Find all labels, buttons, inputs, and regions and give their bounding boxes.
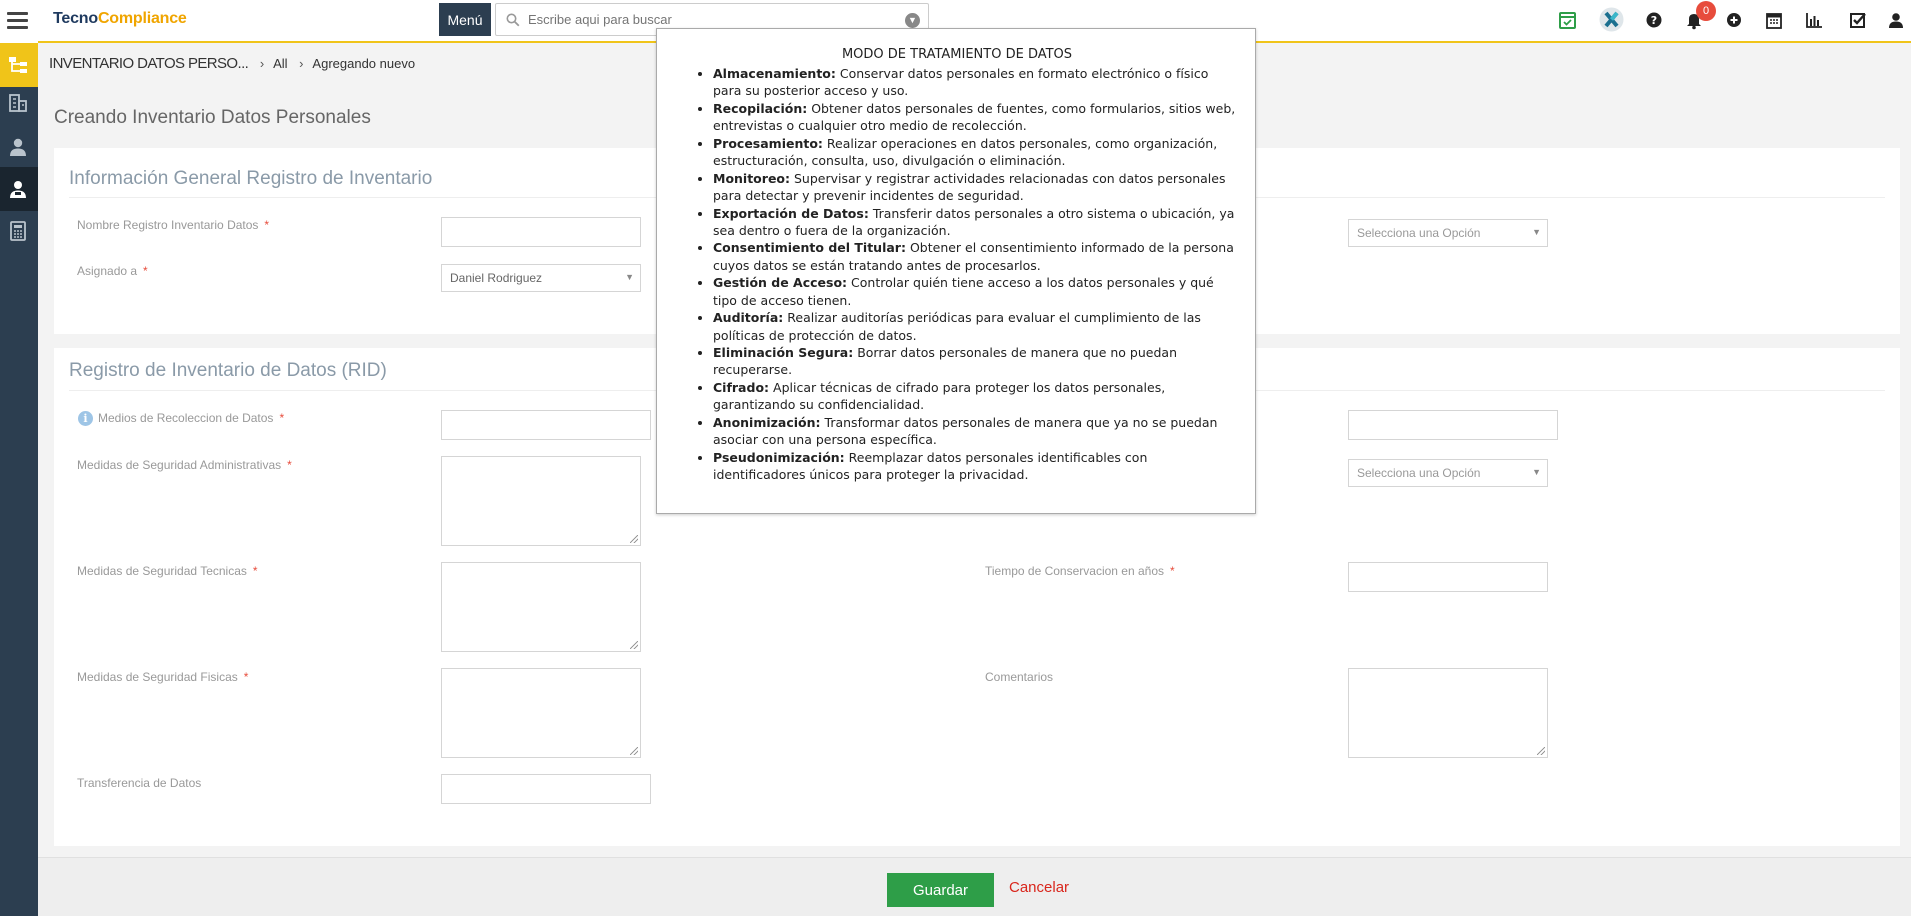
popup-item-term: Consentimiento del Titular: [713,240,906,256]
tecnicas-textarea[interactable] [441,562,641,652]
fisicas-label: Medidas de Seguridad Fisicas * [77,670,249,684]
section-title: Información General Registro de Inventar… [69,168,433,189]
popup-list-item: Auditoría: Realizar auditorías periódica… [713,309,1237,344]
assigned-label: Asignado a * [77,264,148,278]
fisicas-textarea[interactable] [441,668,641,758]
popup-item-desc: Supervisar y registrar actividades relac… [713,170,1226,203]
popup-list-item: Procesamiento: Realizar operaciones en d… [713,135,1237,170]
tecnicas-label: Medidas de Seguridad Tecnicas * [77,564,258,578]
chevron-right-icon: › [259,56,265,71]
cancel-link[interactable]: Cancelar [1009,879,1069,896]
popup-item-term: Cifrado: [713,380,770,396]
popup-item-term: Recopilación: [713,100,808,116]
calendar-icon[interactable] [1763,9,1785,31]
chevron-down-icon: ▼ [625,272,634,282]
page-title: Creando Inventario Datos Personales [54,107,371,128]
help-icon[interactable]: ? [1643,9,1665,31]
sidebar-item-user[interactable] [0,125,38,169]
building-icon [9,94,27,112]
popup-item-term: Exportación de Datos: [713,205,869,221]
brand-x-icon[interactable] [1599,7,1624,32]
popup-list-item: Consentimiento del Titular: Obtener el c… [713,239,1237,274]
comentarios-textarea[interactable] [1348,668,1548,758]
option-select-1[interactable]: Selecciona una Opción ▼ [1348,219,1548,247]
admin-textarea[interactable] [441,456,641,546]
sidebar-item-calculator[interactable] [0,209,38,253]
transfer-label: Transferencia de Datos [77,776,202,790]
logo-text-part1: Tecno [53,10,98,27]
svg-text:?: ? [1651,14,1657,27]
breadcrumb-all[interactable]: All [273,56,287,71]
user-icon[interactable] [1885,9,1907,31]
name-input[interactable] [441,217,641,247]
app-logo[interactable]: TecnoCompliance [53,10,187,28]
popup-list-item: Monitoreo: Supervisar y registrar activi… [713,170,1237,205]
info-icon[interactable]: i [78,411,93,426]
popup-item-term: Almacenamiento: [713,66,836,81]
popup-title: MODO DE TRATAMIENTO DE DATOS [841,47,1073,62]
search-icon [506,13,520,27]
breadcrumb-current: Agregando nuevo [312,56,416,71]
chevron-down-icon: ▼ [1532,227,1541,237]
hamburger-menu-icon[interactable] [0,0,38,43]
popup-list: Almacenamiento: Conservar datos personal… [689,65,1237,484]
notification-badge[interactable]: 0 [1696,1,1716,21]
checkbox-icon[interactable] [1847,9,1869,31]
popup-item-term: Monitoreo: [713,170,791,186]
sidebar [0,43,38,916]
breadcrumb: INVENTARIO DATOS PERSO... › All › Agrega… [49,55,415,72]
popup-list-item: Eliminación Segura: Borrar datos persona… [713,344,1237,379]
right-input-1[interactable] [1348,410,1558,440]
popup-item-term: Procesamiento: [713,135,823,151]
chevron-down-icon[interactable]: ▼ [905,13,920,28]
chevron-down-icon: ▼ [1532,467,1541,477]
assigned-select[interactable]: Daniel Rodriguez ▼ [441,264,641,292]
user-icon [10,138,26,156]
chevron-right-icon: › [299,56,304,71]
option-select-2[interactable]: Selecciona una Opción ▼ [1348,459,1548,487]
calendar-check-icon[interactable] [1557,9,1579,31]
sidebar-item-user-card[interactable] [0,167,38,211]
save-button[interactable]: Guardar [887,873,994,907]
user-card-icon [10,181,26,198]
popup-item-term: Eliminación Segura: [713,345,854,361]
popup-item-term: Pseudonimización: [713,449,845,465]
breadcrumb-module[interactable]: INVENTARIO DATOS PERSO... [49,55,249,72]
transfer-input[interactable] [441,774,651,804]
medios-input[interactable] [441,410,651,440]
data-treatment-popup: MODO DE TRATAMIENTO DE DATOS Almacenamie… [656,28,1256,514]
calculator-icon [10,221,26,241]
popup-list-item: Exportación de Datos: Transferir datos p… [713,205,1237,240]
section-title: Registro de Inventario de Datos (RID) [69,360,387,381]
menu-button[interactable]: Menú [439,3,491,36]
popup-item-desc: Realizar auditorías periódicas para eval… [713,310,1201,343]
logo-text-part2: Compliance [97,10,187,27]
popup-list-item: Gestión de Acceso: Controlar quién tiene… [713,274,1237,309]
medios-label: Medios de Recoleccion de Datos * [98,411,285,425]
org-chart-icon [9,57,27,73]
popup-list-item: Pseudonimización: Reemplazar datos perso… [713,449,1237,484]
popup-item-desc: Aplicar técnicas de cifrado para protege… [713,380,1166,413]
bar-chart-icon[interactable] [1803,9,1825,31]
popup-list-item: Cifrado: Aplicar técnicas de cifrado par… [713,379,1237,414]
admin-label: Medidas de Seguridad Administrativas * [77,458,292,472]
popup-list-item: Anonimización: Transformar datos persona… [713,414,1237,449]
popup-list-item: Recopilación: Obtener datos personales d… [713,100,1237,135]
popup-item-term: Anonimización: [713,414,821,430]
popup-list-item: Almacenamiento: Conservar datos personal… [713,65,1237,100]
conservacion-input[interactable] [1348,562,1548,592]
plus-circle-icon[interactable] [1723,9,1745,31]
comentarios-label: Comentarios [985,670,1054,684]
popup-item-term: Auditoría: [713,310,784,326]
name-label: Nombre Registro Inventario Datos * [77,218,270,232]
popup-item-term: Gestión de Acceso: [713,275,848,291]
sidebar-item-building[interactable] [0,81,38,125]
conservacion-label: Tiempo de Conservacion en años * [985,564,1175,578]
